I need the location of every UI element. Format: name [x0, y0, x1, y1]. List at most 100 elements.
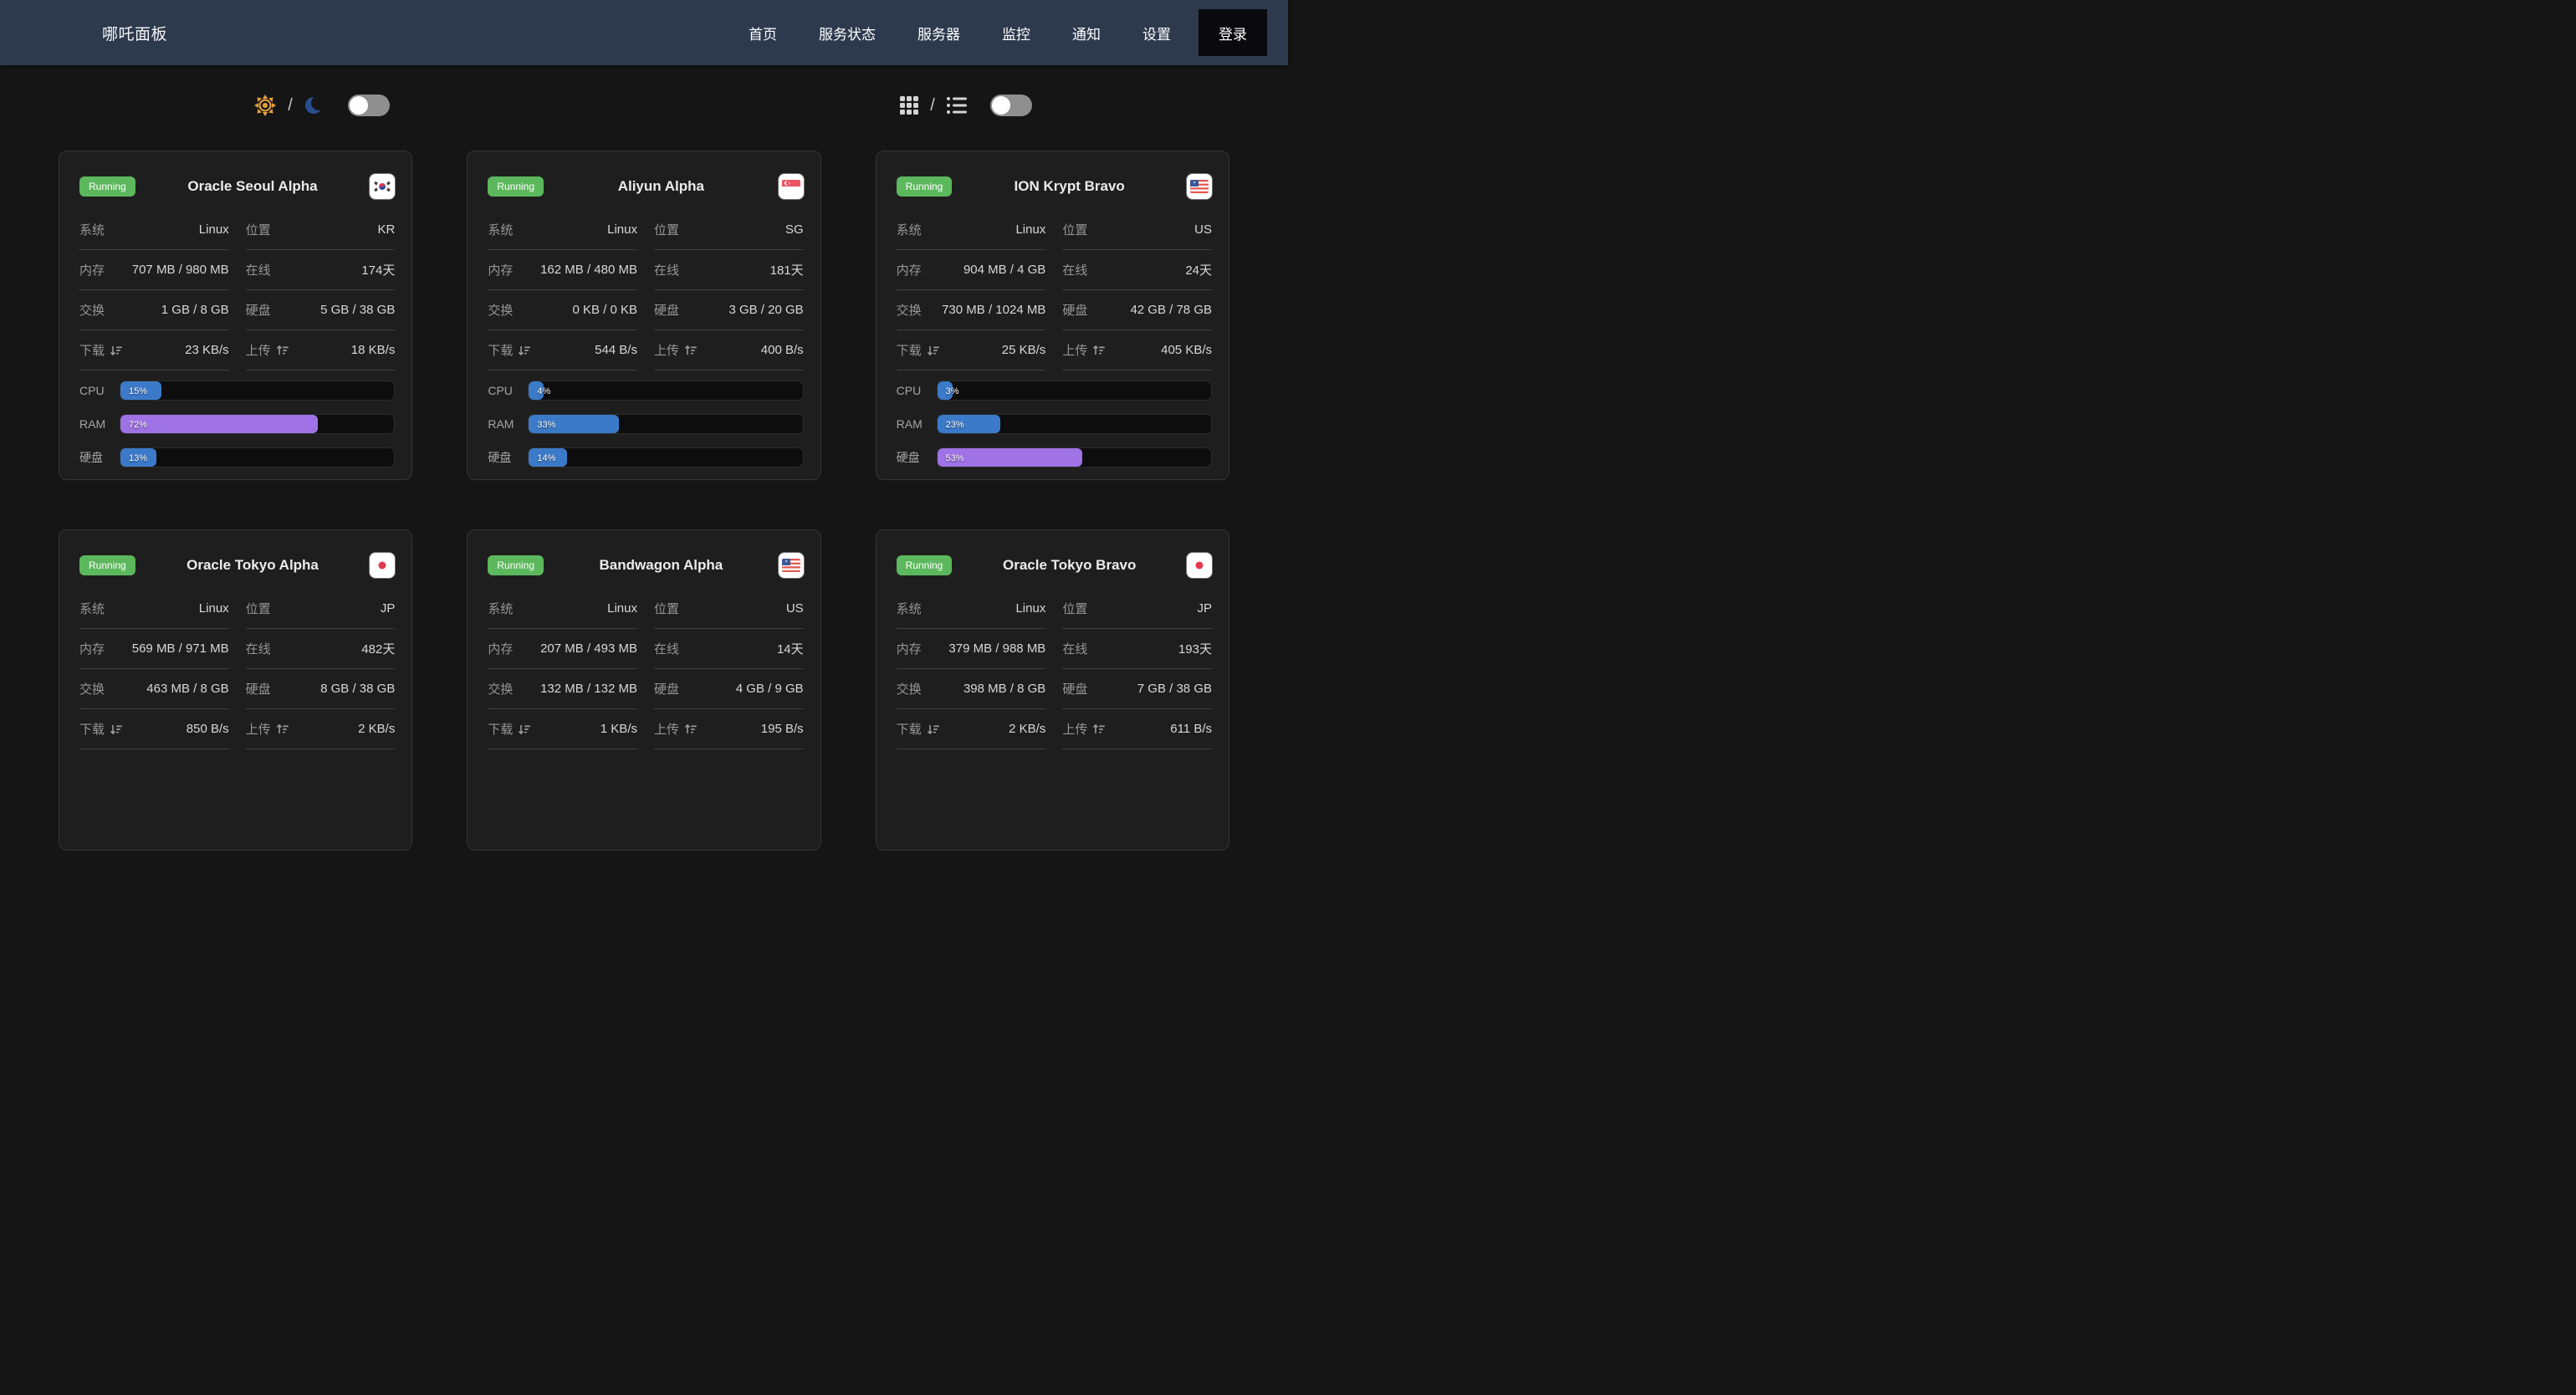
server-name: Oracle Tokyo Bravo — [952, 557, 1187, 574]
stat-row: 下载1 KB/s 上传195 B/s — [488, 709, 803, 749]
usage-bars: CPU15%RAM72%硬盘13% — [79, 381, 395, 468]
nav-item-0[interactable]: 首页 — [749, 23, 777, 43]
stat-label-disk: 硬盘 — [246, 301, 271, 319]
stat-label-swap: 交换 — [488, 301, 513, 319]
stat-value-swap: 1 GB / 8 GB — [161, 303, 229, 317]
stat-os: 系统Linux — [488, 589, 637, 629]
stat-row: 下载850 B/s上传2 KB/s — [79, 709, 395, 749]
stat-value-download: 2 KB/s — [1009, 722, 1045, 736]
stat-row: 交换398 MB / 8 GB硬盘7 GB / 38 GB — [897, 669, 1212, 709]
ram-bar-row: RAM23% — [897, 414, 1212, 434]
stat-swap: 交换730 MB / 1024 MB — [897, 290, 1046, 330]
stat-value-uptime: 174天 — [361, 261, 395, 278]
stat-download: 下载1 KB/s — [488, 709, 637, 749]
stat-value-uptime: 181天 — [770, 261, 804, 278]
card-header: Running Oracle Seoul Alpha — [79, 168, 395, 205]
stat-label-location: 位置 — [246, 600, 271, 617]
nav-item-3[interactable]: 监控 — [1002, 23, 1030, 43]
stat-label-upload: 上传 — [1062, 341, 1105, 359]
stat-label-uptime: 在线 — [246, 640, 271, 657]
server-name: ION Krypt Bravo — [952, 178, 1187, 195]
stat-label-location: 位置 — [1062, 221, 1087, 238]
stat-row: 内存569 MB / 971 MB在线482天 — [79, 629, 395, 669]
stat-upload: 上传18 KB/s — [246, 330, 396, 370]
stat-upload: 上传195 B/s — [654, 709, 804, 749]
disk_usage-bar-row: 硬盘14% — [488, 447, 803, 468]
stat-label-os: 系统 — [488, 221, 513, 238]
stats: 系统Linux位置JP内存379 MB / 988 MB在线193天交换398 … — [897, 589, 1212, 749]
card-header: Running Aliyun Alpha — [488, 168, 803, 205]
stat-value-swap: 0 KB / 0 KB — [572, 303, 637, 317]
stat-label-download: 下载 — [897, 720, 939, 738]
stat-uptime: 在线193天 — [1062, 629, 1212, 669]
stat-value-download: 544 B/s — [595, 343, 637, 357]
nav-item-1[interactable]: 服务状态 — [819, 23, 876, 43]
cpu-bar-track: 4% — [528, 381, 803, 401]
login-button[interactable]: 登录 — [1199, 9, 1267, 56]
nav-item-5[interactable]: 设置 — [1142, 23, 1171, 43]
flag-us-icon — [779, 553, 804, 578]
stat-uptime: 在线181天 — [654, 250, 804, 290]
cpu-bar-percent: 4% — [537, 381, 550, 401]
stat-os: 系统Linux — [79, 210, 229, 250]
stats: 系统Linux位置US内存207 MB / 493 MB在线14天交换132 M… — [488, 589, 803, 749]
server-card: Running Oracle Tokyo Alpha 系统Linux位置JP内存… — [59, 529, 412, 851]
flag-us-icon — [1187, 174, 1212, 199]
stat-row: 内存162 MB / 480 MB在线181天 — [488, 250, 803, 290]
theme-switch[interactable] — [348, 95, 390, 116]
stat-row: 系统Linux位置US — [488, 589, 803, 629]
sort-amount-up-icon — [1092, 345, 1105, 355]
stat-label-swap: 交换 — [488, 680, 513, 698]
stat-value-upload: 400 B/s — [761, 343, 804, 357]
stat-label-os: 系统 — [897, 221, 922, 238]
stat-disk: 硬盘4 GB / 9 GB — [654, 669, 804, 709]
stat-label-memory: 内存 — [897, 640, 922, 657]
sort-amount-down-icon — [110, 345, 122, 355]
sort-amount-down-icon — [110, 724, 122, 734]
nav-menu: 首页 服务状态 服务器 监控 通知 设置 — [749, 23, 1171, 43]
server-name: Aliyun Alpha — [544, 178, 779, 195]
disk_usage-bar-percent: 14% — [537, 448, 555, 468]
status-badge: Running — [79, 555, 135, 575]
status-badge: Running — [79, 176, 135, 197]
server-name: Oracle Tokyo Alpha — [135, 557, 371, 574]
cpu-bar-label: CPU — [79, 384, 120, 397]
stat-row: 系统Linux位置JP — [79, 589, 395, 629]
stat-value-download: 23 KB/s — [185, 343, 229, 357]
layout-switch[interactable] — [990, 95, 1032, 116]
stat-value-upload: 18 KB/s — [351, 343, 396, 357]
stats: 系统Linux位置SG内存162 MB / 480 MB在线181天交换 0 KB… — [488, 210, 803, 370]
nav-item-2[interactable]: 服务器 — [917, 23, 960, 43]
stat-row: 下载23 KB/s上传18 KB/s — [79, 330, 395, 370]
stat-upload: 上传 400 B/s — [654, 330, 804, 370]
stat-value-download: 1 KB/s — [601, 722, 637, 736]
stat-location: 位置SG — [654, 210, 804, 250]
stat-label-swap: 交换 — [897, 301, 922, 319]
status-badge: Running — [488, 176, 544, 197]
stat-label-location: 位置 — [1062, 600, 1087, 617]
stat-value-download: 850 B/s — [187, 722, 229, 736]
flag-sg-icon — [779, 174, 804, 199]
server-grid: Running Oracle Seoul Alpha 系统Linux位置KR内存… — [59, 151, 1229, 851]
usage-bars: CPU4%RAM33%硬盘14% — [488, 381, 803, 468]
stat-label-swap: 交换 — [79, 301, 105, 319]
stat-uptime: 在线482天 — [246, 629, 396, 669]
nav-item-4[interactable]: 通知 — [1072, 23, 1101, 43]
ram-bar-label: RAM — [897, 417, 937, 431]
cpu-bar-track: 3% — [937, 381, 1212, 401]
sort-amount-up-icon — [276, 724, 289, 734]
stat-value-disk: 4 GB / 9 GB — [736, 682, 804, 696]
sort-amount-down-icon — [518, 724, 530, 734]
disk_usage-bar-track: 13% — [120, 447, 395, 468]
cpu-bar-track: 15% — [120, 381, 395, 401]
stat-label-upload: 上传 — [654, 341, 697, 359]
disk_usage-bar-track: 53% — [937, 447, 1212, 468]
stat-row: 系统Linux位置SG — [488, 210, 803, 250]
server-name: Oracle Seoul Alpha — [135, 178, 371, 195]
stat-os: 系统Linux — [79, 589, 229, 629]
card-header: Running Bandwagon Alpha — [488, 547, 803, 584]
stat-uptime: 在线174天 — [246, 250, 396, 290]
stat-value-location: US — [1194, 222, 1212, 237]
stat-value-os: Linux — [1015, 222, 1045, 237]
sun-icon — [254, 95, 276, 116]
